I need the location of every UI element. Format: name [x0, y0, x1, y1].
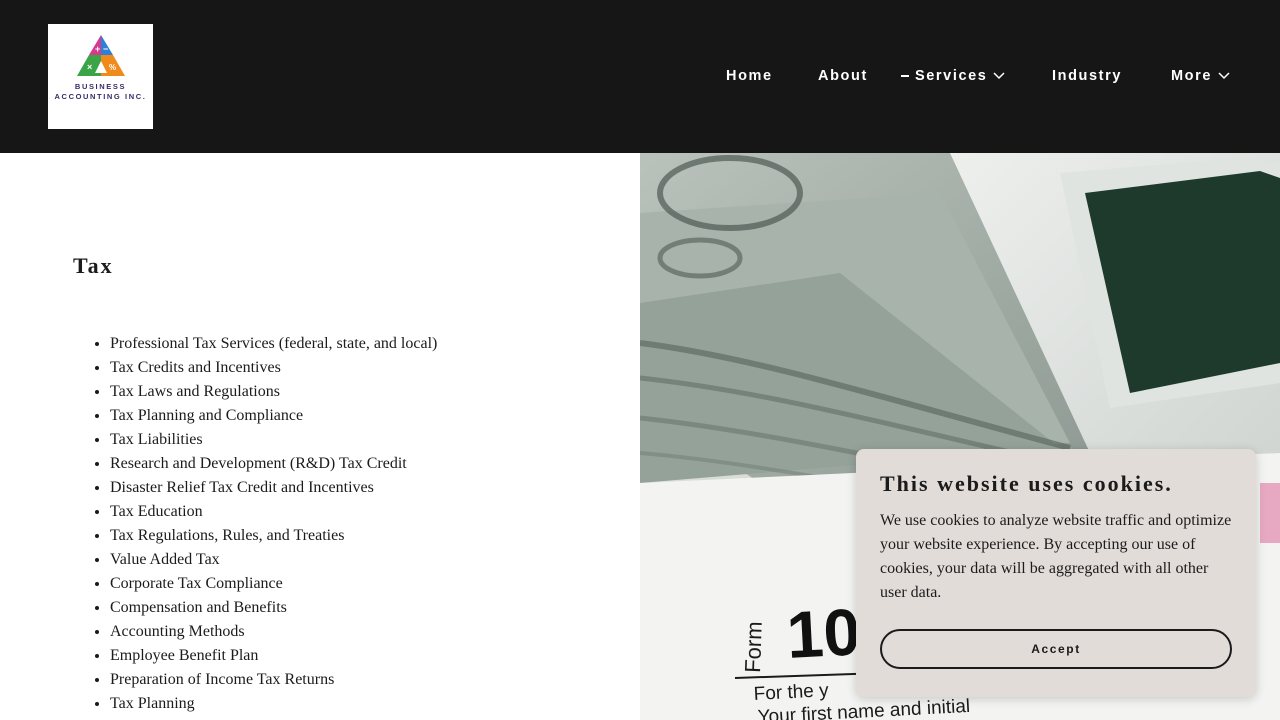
- form-line-1: For the y: [753, 680, 829, 705]
- nav-industry[interactable]: Industry: [1052, 68, 1122, 84]
- list-item: Value Added Tax: [110, 548, 437, 572]
- nav-more[interactable]: More: [1171, 68, 1230, 84]
- list-item: Tax Education: [110, 500, 437, 524]
- list-item: Corporate Tax Compliance: [110, 572, 437, 596]
- list-item: Tax Liabilities: [110, 428, 437, 452]
- list-item: Employee Benefit Plan: [110, 644, 437, 668]
- svg-text:+: +: [95, 44, 100, 54]
- cookie-banner: This website uses cookies. We use cookie…: [856, 449, 1256, 697]
- tax-services-list: Professional Tax Services (federal, stat…: [110, 332, 437, 716]
- nav-services-label: Services: [915, 68, 988, 84]
- active-indicator: [901, 75, 909, 77]
- section-title: Tax: [73, 253, 114, 278]
- nav-home-label: Home: [726, 68, 773, 84]
- nav-services[interactable]: Services: [901, 68, 1005, 84]
- main-nav: Home About Services Industry More: [0, 68, 1280, 88]
- svg-text:−: −: [103, 44, 108, 54]
- site-header: + − × % BUSINESS ACCOUNTING INC. Home Ab…: [0, 0, 1280, 153]
- cookie-title: This website uses cookies.: [880, 471, 1173, 496]
- list-item: Preparation of Income Tax Returns: [110, 668, 437, 692]
- nav-more-label: More: [1171, 68, 1213, 84]
- list-item: Research and Development (R&D) Tax Credi…: [110, 452, 437, 476]
- nav-home[interactable]: Home: [726, 68, 773, 84]
- chevron-down-icon: [1218, 72, 1230, 80]
- list-item: Tax Planning and Compliance: [110, 404, 437, 428]
- list-item: Tax Laws and Regulations: [110, 380, 437, 404]
- list-item: Tax Planning: [110, 692, 437, 716]
- list-item: Disaster Relief Tax Credit and Incentive…: [110, 476, 437, 500]
- list-item: Professional Tax Services (federal, stat…: [110, 332, 437, 356]
- accept-cookies-button[interactable]: Accept: [880, 629, 1232, 669]
- list-item: Accounting Methods: [110, 620, 437, 644]
- cookie-message: We use cookies to analyze website traffi…: [880, 512, 1232, 601]
- list-item: Tax Credits and Incentives: [110, 356, 437, 380]
- form-number: 10: [785, 594, 862, 672]
- nav-industry-label: Industry: [1052, 68, 1122, 84]
- list-item: Compensation and Benefits: [110, 596, 437, 620]
- nav-about-label: About: [818, 68, 868, 84]
- chevron-down-icon: [993, 72, 1005, 80]
- nav-about[interactable]: About: [818, 68, 868, 84]
- tax-section: Tax Professional Tax Services (federal, …: [0, 153, 640, 720]
- list-item: Tax Regulations, Rules, and Treaties: [110, 524, 437, 548]
- form-label: Form: [740, 621, 767, 673]
